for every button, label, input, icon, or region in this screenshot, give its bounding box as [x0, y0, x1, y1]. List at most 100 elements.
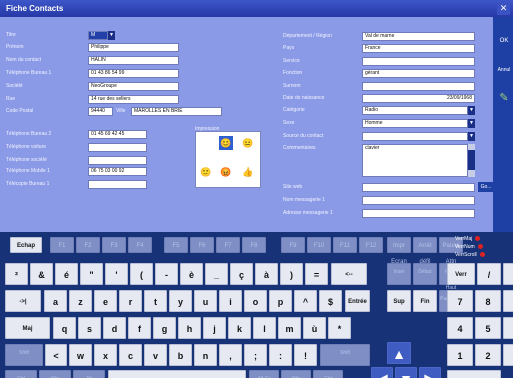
key-i[interactable]: i: [219, 290, 242, 312]
key-row4-5[interactable]: n: [194, 344, 217, 366]
arrow-left-icon[interactable]: ◀: [371, 367, 393, 378]
source-select[interactable]: [362, 132, 468, 141]
categorie-select[interactable]: Radio: [362, 106, 468, 115]
key-row1-10[interactable]: à: [255, 263, 278, 285]
key-row1-9[interactable]: ç: [230, 263, 253, 285]
pen-icon[interactable]: ✎: [493, 88, 513, 108]
key-row3-6[interactable]: j: [203, 317, 226, 339]
bottom-mid-2[interactable]: Ctrl: [313, 370, 343, 378]
numpad-8[interactable]: 8: [475, 290, 501, 312]
numpad-1[interactable]: 1: [447, 344, 473, 366]
numpad-7[interactable]: 7: [447, 290, 473, 312]
telecopie-field[interactable]: [88, 180, 147, 189]
key-^[interactable]: ^: [294, 290, 317, 312]
key-row1-5[interactable]: (: [130, 263, 153, 285]
f10-key[interactable]: F10: [307, 237, 331, 253]
tel1-field[interactable]: 01 43 86 54 99: [88, 69, 179, 78]
service-field[interactable]: [362, 57, 475, 66]
titre-dropdown-icon[interactable]: ▼: [108, 31, 115, 40]
smiley-happy-icon[interactable]: 😊: [219, 136, 233, 150]
special-key-0[interactable]: Impr Ecran: [387, 237, 411, 265]
key-row3-10[interactable]: ù: [303, 317, 326, 339]
smiley-neutral-icon[interactable]: 😐: [241, 136, 255, 150]
titre-select[interactable]: M: [88, 31, 108, 40]
nom-field[interactable]: HALIN: [88, 56, 179, 65]
numpad-2[interactable]: 2: [475, 344, 501, 366]
key-t[interactable]: t: [144, 290, 167, 312]
f6-key[interactable]: F6: [190, 237, 214, 253]
numpad-5[interactable]: 5: [475, 317, 501, 339]
f3-key[interactable]: F3: [102, 237, 126, 253]
key-row1-0[interactable]: ²: [5, 263, 28, 285]
key-row3-11[interactable]: *: [328, 317, 351, 339]
backspace-key[interactable]: <--: [331, 263, 367, 285]
societe-field[interactable]: NeoGroupe: [88, 82, 179, 91]
key-row4-6[interactable]: ,: [219, 344, 242, 366]
numpad-4[interactable]: 4: [447, 317, 473, 339]
maj-key[interactable]: Maj: [5, 317, 50, 339]
echap-key[interactable]: Echap: [10, 237, 42, 253]
key-row4-2[interactable]: c: [119, 344, 142, 366]
go-button[interactable]: Go...: [478, 182, 494, 192]
commentaires-scrollbar[interactable]: [468, 144, 475, 177]
mobile1-field[interactable]: 06 75 03 00 92: [88, 167, 147, 176]
key-row4-7[interactable]: ;: [244, 344, 267, 366]
f12-key[interactable]: F12: [359, 237, 383, 253]
site-field[interactable]: [362, 183, 475, 192]
naissance-field[interactable]: 23/09/1968: [362, 94, 475, 103]
key-r[interactable]: r: [119, 290, 142, 312]
arrow-right-icon[interactable]: ▶: [419, 367, 441, 378]
key-y[interactable]: y: [169, 290, 192, 312]
bottom-mid-0[interactable]: Alt Gr: [249, 370, 279, 378]
key-row4-1[interactable]: x: [94, 344, 117, 366]
f9-key[interactable]: F9: [281, 237, 305, 253]
annuler-button[interactable]: Annul: [493, 60, 513, 80]
f2-key[interactable]: F2: [76, 237, 100, 253]
ville-field[interactable]: MAROLLES EN BRIE: [131, 107, 222, 116]
key-row3-1[interactable]: s: [78, 317, 101, 339]
shift-right-key[interactable]: Shift: [320, 344, 370, 366]
key-row3-8[interactable]: l: [253, 317, 276, 339]
bottom-mid-1[interactable]: Win: [281, 370, 311, 378]
alt-key[interactable]: Alt: [73, 370, 105, 378]
space-key[interactable]: [108, 370, 246, 378]
numpad-divide[interactable]: /: [477, 263, 501, 285]
adresse1-field[interactable]: [362, 209, 475, 218]
nav-key-0[interactable]: Inser: [387, 263, 411, 285]
f7-key[interactable]: F7: [216, 237, 240, 253]
key-row4-3[interactable]: v: [144, 344, 167, 366]
win-left-key[interactable]: Win: [39, 370, 71, 378]
pays-field[interactable]: France: [362, 44, 475, 53]
tab-key[interactable]: ->|: [5, 290, 41, 312]
special-key-1[interactable]: Arrêt défil: [413, 237, 437, 265]
tel-societe-field[interactable]: [88, 156, 147, 165]
thumb-icon[interactable]: 👍: [241, 165, 255, 179]
surnom-field[interactable]: [362, 82, 475, 91]
tel2-field[interactable]: 01 45 69 42 45: [88, 130, 147, 139]
lt-key[interactable]: <: [45, 344, 67, 366]
key-row1-6[interactable]: -: [155, 263, 178, 285]
smiley-red-icon[interactable]: 😡: [219, 165, 233, 179]
key-row1-8[interactable]: _: [205, 263, 228, 285]
key-o[interactable]: o: [244, 290, 267, 312]
ctrl-left-key[interactable]: Ctrl: [5, 370, 37, 378]
key-row4-9[interactable]: !: [294, 344, 317, 366]
key-row1-2[interactable]: é: [55, 263, 78, 285]
key-row1-11[interactable]: ): [280, 263, 303, 285]
key-row3-5[interactable]: h: [178, 317, 201, 339]
key-row3-4[interactable]: g: [153, 317, 176, 339]
key-row3-3[interactable]: f: [128, 317, 151, 339]
ok-button[interactable]: OK: [493, 31, 513, 51]
entree-key[interactable]: Entrée: [345, 290, 370, 312]
key-row3-0[interactable]: q: [53, 317, 76, 339]
numpad-3[interactable]: 3: [503, 344, 513, 366]
f8-key[interactable]: F8: [242, 237, 266, 253]
key-row1-4[interactable]: ': [105, 263, 128, 285]
scrollbar-thumb[interactable]: [468, 150, 475, 170]
arrow-down-icon[interactable]: ▼: [395, 367, 417, 378]
f4-key[interactable]: F4: [128, 237, 152, 253]
key-row3-2[interactable]: d: [103, 317, 126, 339]
numpad-9[interactable]: 9: [503, 290, 513, 312]
sexe-select[interactable]: Homme: [362, 119, 468, 128]
close-button[interactable]: ✕: [497, 2, 510, 15]
